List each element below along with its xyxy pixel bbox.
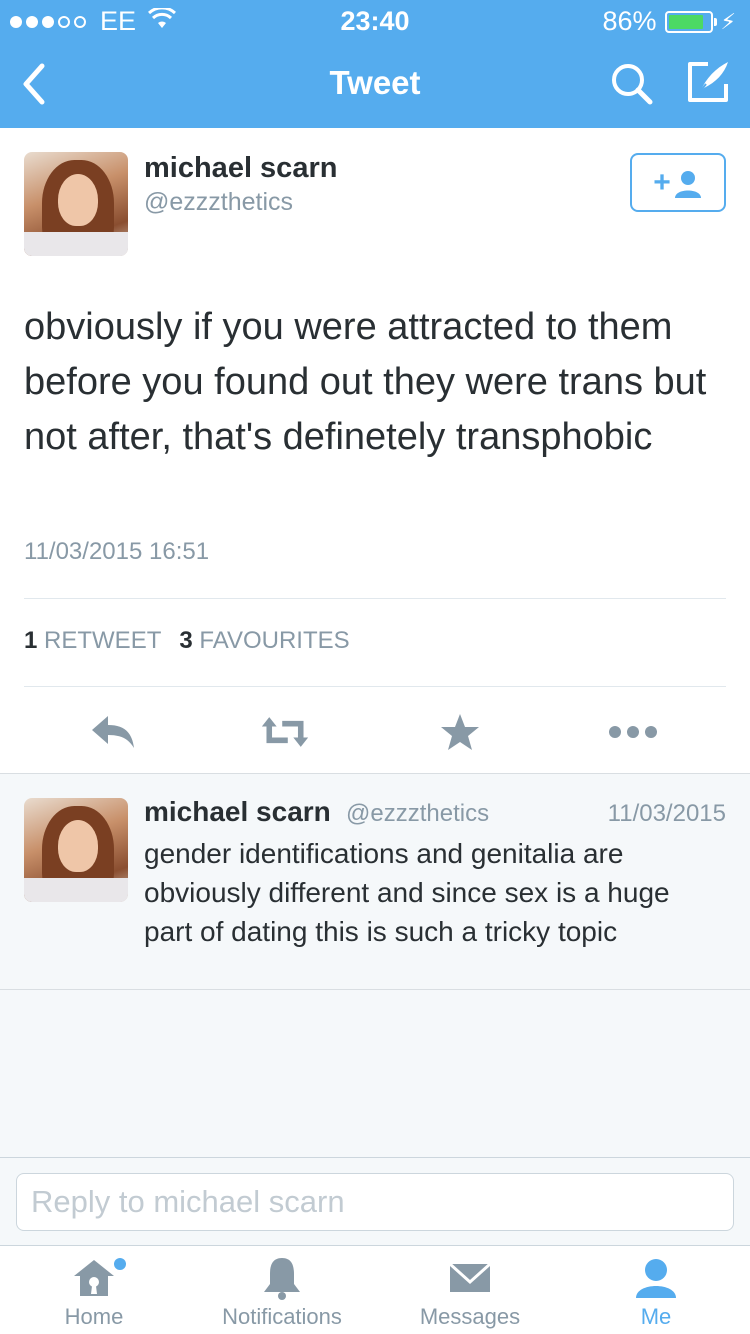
home-badge <box>114 1258 126 1270</box>
reply-author-name[interactable]: michael scarn <box>144 796 331 828</box>
person-icon <box>632 1256 680 1300</box>
tab-label: Home <box>64 1304 124 1329</box>
tab-label: Messages <box>419 1304 521 1329</box>
tab-home[interactable]: Home <box>0 1246 188 1334</box>
more-button[interactable] <box>608 710 658 754</box>
tweet-detail: michael scarn @ezzzthetics + obviously i… <box>0 128 750 774</box>
follow-plus: + <box>653 165 671 199</box>
tab-label: Notifications <box>222 1304 342 1329</box>
divider <box>24 686 726 687</box>
favourite-button[interactable] <box>435 710 485 754</box>
tab-messages[interactable]: Messages <box>376 1246 564 1334</box>
retweet-count: 1 <box>24 627 38 654</box>
tweet-text: obviously if you were attracted to them … <box>24 306 707 458</box>
tweet-stats: 1 RETWEET 3 FAVOURITES <box>24 627 368 655</box>
more-icon <box>609 726 657 738</box>
follow-button[interactable]: + <box>630 153 726 212</box>
reply-icon <box>92 716 134 748</box>
divider <box>24 598 726 599</box>
charging-icon: ⚡ <box>720 8 736 34</box>
author-handle[interactable]: @ezzzthetics <box>144 188 293 217</box>
envelope-icon <box>446 1256 494 1300</box>
status-bar: EE 23:40 86% ⚡ <box>0 0 750 40</box>
reply-author-handle[interactable]: @ezzzthetics <box>346 800 489 828</box>
compose-button[interactable] <box>684 58 732 106</box>
battery-status: 86% ⚡ <box>603 6 737 37</box>
retweet-icon <box>261 717 309 747</box>
retweet-button[interactable] <box>260 710 310 754</box>
reply-bar <box>0 1157 750 1245</box>
nav-bar: Tweet <box>0 40 750 128</box>
reply-tweet[interactable]: michael scarn @ezzzthetics 11/03/2015 ge… <box>0 774 750 990</box>
tweet-timestamp: 11/03/2015 16:51 <box>24 538 210 565</box>
battery-icon <box>664 10 717 33</box>
bell-icon <box>258 1256 306 1300</box>
tab-label: Me <box>640 1304 672 1329</box>
battery-percent: 86% <box>602 6 657 36</box>
reply-text: gender identifications and genitalia are… <box>144 838 670 947</box>
star-icon <box>441 714 479 750</box>
header: EE 23:40 86% ⚡ Tweet <box>0 0 750 128</box>
search-icon <box>612 64 653 105</box>
avatar[interactable] <box>24 152 128 256</box>
retweet-label: RETWEET <box>44 627 162 654</box>
tab-notifications[interactable]: Notifications <box>188 1246 376 1334</box>
favourite-count: 3 <box>179 627 193 654</box>
search-button[interactable] <box>608 60 656 108</box>
favourite-label: FAVOURITES <box>199 627 350 654</box>
follow-user-icon <box>674 170 701 198</box>
tab-bar: Home Notifications Messages Me <box>0 1245 750 1334</box>
author-name[interactable]: michael scarn <box>144 152 337 185</box>
retweet-stat[interactable]: 1 RETWEET <box>24 627 161 655</box>
tweet-actions <box>0 710 750 754</box>
compose-icon <box>688 62 728 102</box>
reply-date: 11/03/2015 <box>607 800 726 827</box>
favourite-stat[interactable]: 3 FAVOURITES <box>179 627 349 655</box>
reply-input[interactable] <box>16 1173 734 1231</box>
reply-button[interactable] <box>88 710 138 754</box>
tab-me[interactable]: Me <box>562 1246 750 1334</box>
avatar[interactable] <box>24 798 128 902</box>
home-icon <box>70 1256 126 1300</box>
